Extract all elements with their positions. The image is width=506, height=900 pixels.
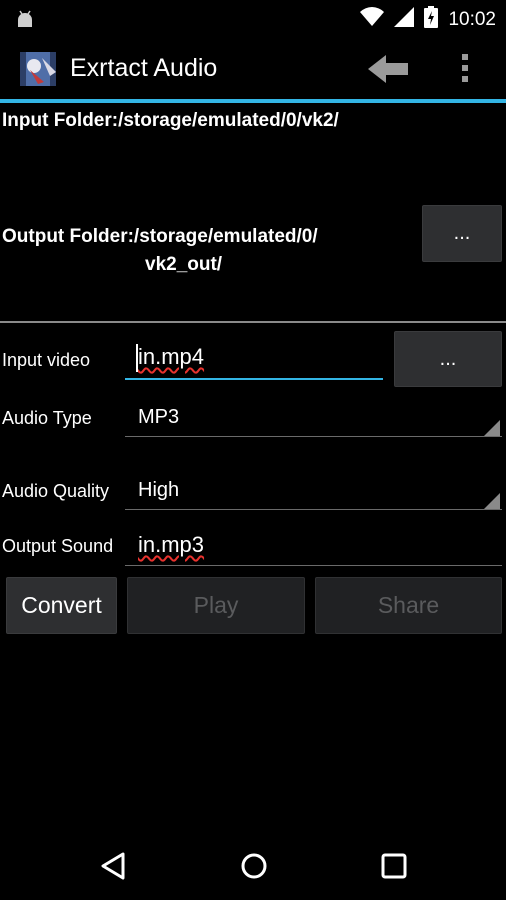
app-title: Exrtact Audio xyxy=(70,54,218,82)
output-sound-label: Output Sound xyxy=(2,536,114,556)
navigation-bar xyxy=(0,830,506,900)
audio-type-value[interactable]: MP3 xyxy=(138,406,179,429)
spinner-arrow-icon xyxy=(484,420,500,436)
spinner-arrow-icon xyxy=(484,493,500,509)
convert-button[interactable]: Convert xyxy=(6,577,117,634)
input-video-value[interactable]: in.mp4 xyxy=(138,344,204,370)
output-folder-label: Output Folder:/storage/emulated/0/ xyxy=(2,226,318,247)
status-time: 10:02 xyxy=(448,8,496,30)
section-divider xyxy=(0,321,506,323)
home-nav-icon[interactable] xyxy=(240,852,268,885)
overflow-menu-icon[interactable] xyxy=(458,50,472,91)
share-button[interactable]: Share xyxy=(315,577,502,634)
action-bar: Exrtact Audio xyxy=(0,38,506,100)
text-cursor xyxy=(136,344,138,372)
output-sound-underline xyxy=(125,565,502,566)
input-video-browse-button[interactable]: ... xyxy=(394,331,502,387)
back-nav-icon[interactable] xyxy=(100,852,126,885)
battery-icon xyxy=(424,6,439,33)
output-folder-label-continued: vk2_out/ xyxy=(145,254,223,275)
audio-quality-underline xyxy=(125,509,502,510)
status-bar: 10:02 xyxy=(0,0,506,38)
audio-quality-value[interactable]: High xyxy=(138,479,179,502)
audio-type-underline xyxy=(125,436,502,437)
recents-nav-icon[interactable] xyxy=(381,853,407,884)
app-logo-icon xyxy=(16,46,62,92)
output-sound-value[interactable]: in.mp3 xyxy=(138,532,204,558)
input-folder-label: Input Folder:/storage/emulated/0/vk2/ xyxy=(2,110,339,131)
play-button[interactable]: Play xyxy=(127,577,305,634)
input-video-underline xyxy=(125,378,383,380)
audio-type-label: Audio Type xyxy=(2,408,92,428)
signal-icon xyxy=(394,7,415,32)
input-video-label: Input video xyxy=(2,350,91,370)
action-bar-divider xyxy=(0,99,506,103)
back-arrow-icon[interactable] xyxy=(366,52,410,91)
audio-quality-label: Audio Quality xyxy=(2,481,110,501)
android-debug-icon xyxy=(14,8,36,35)
wifi-icon xyxy=(360,7,385,32)
output-folder-browse-button[interactable]: ... xyxy=(422,205,502,262)
